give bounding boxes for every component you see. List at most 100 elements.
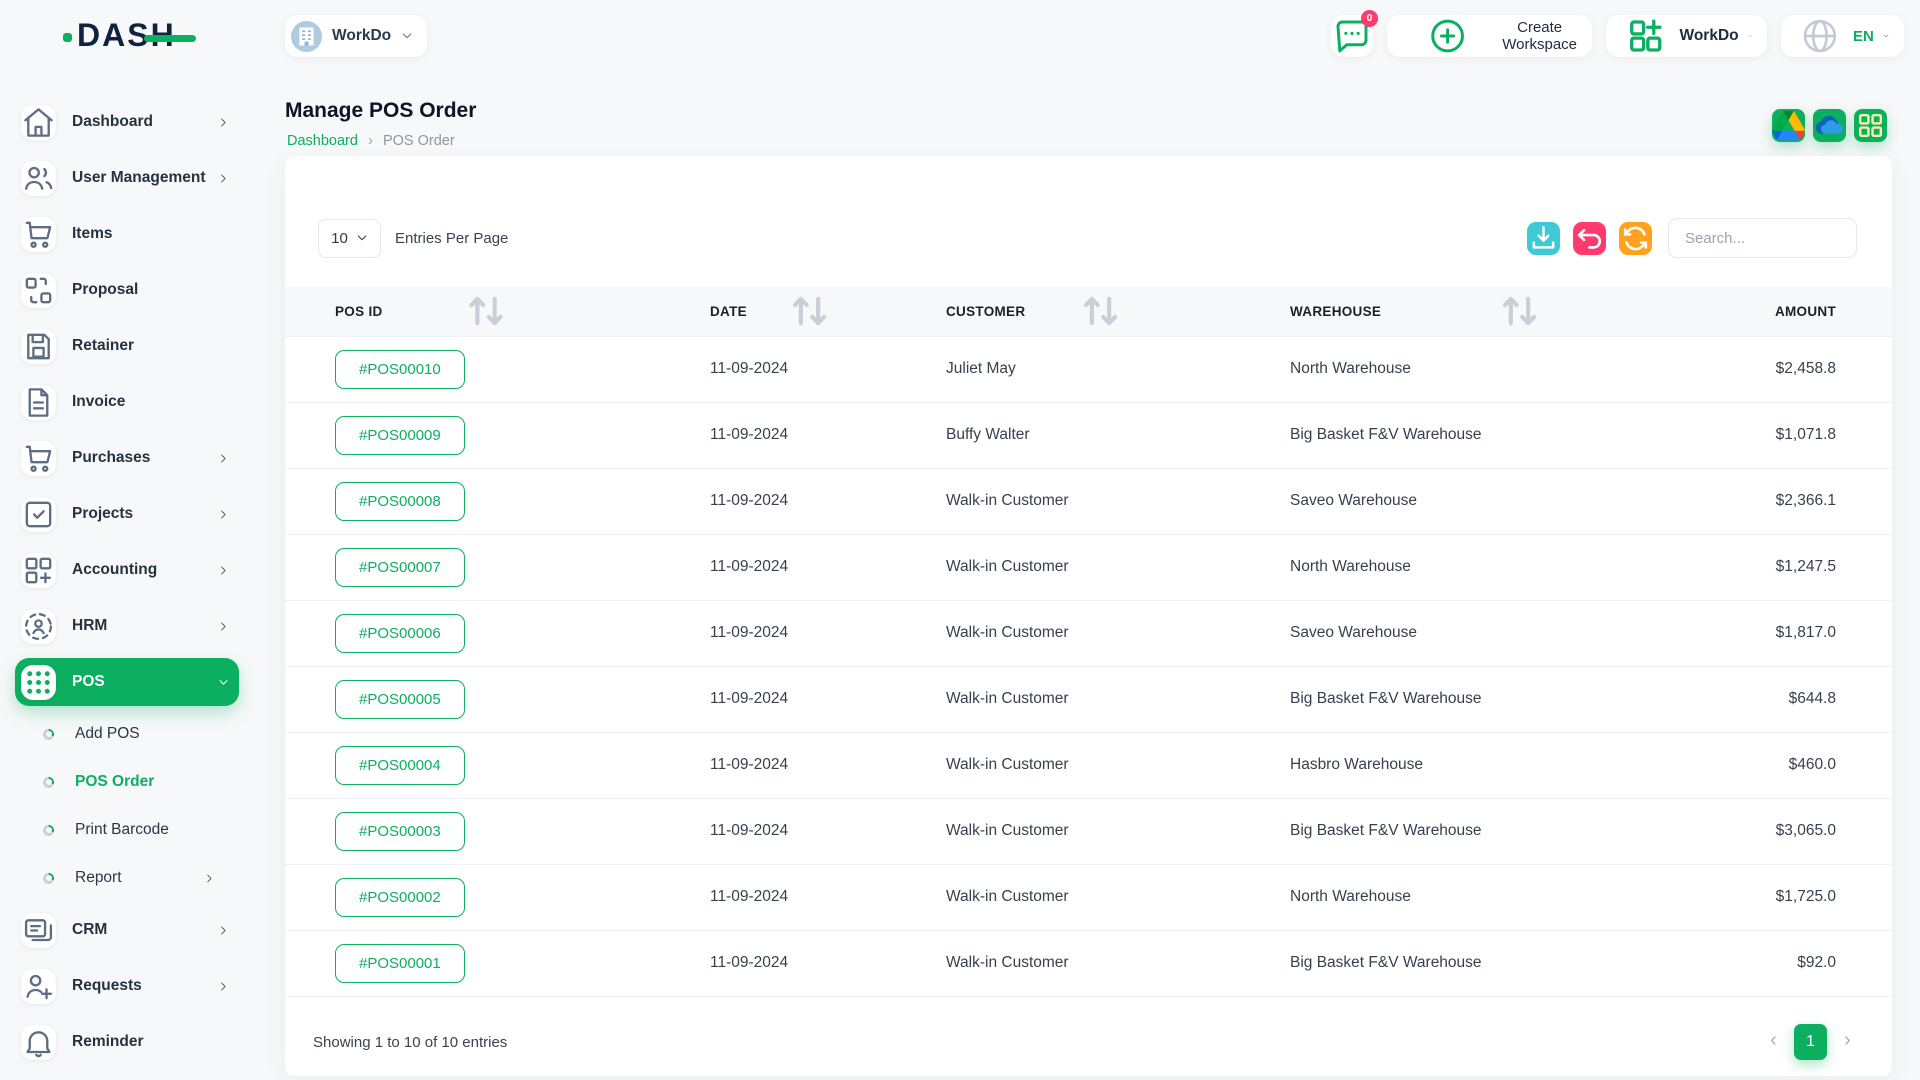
sidebar-item-retainer[interactable]: Retainer [15, 322, 239, 370]
onedrive-button[interactable] [1813, 109, 1846, 142]
sidebar-item-label: Invoice [72, 393, 125, 411]
customer-cell: Walk-in Customer [932, 600, 1277, 666]
search-input[interactable] [1668, 218, 1857, 258]
globe-icon [1796, 15, 1844, 57]
pos-id-link[interactable]: #POS00010 [335, 350, 465, 389]
sort-icon [1273, 287, 1766, 336]
chevron-down-icon [401, 30, 413, 42]
sidebar-item-label: Retainer [72, 337, 134, 355]
pos-id-link[interactable]: #POS00003 [335, 812, 465, 851]
users-icon [21, 161, 56, 196]
google-drive-button[interactable] [1772, 109, 1805, 142]
sort-icon [281, 287, 691, 336]
sidebar-item-print-barcode[interactable]: Print Barcode [15, 810, 239, 850]
pos-id-link[interactable]: #POS00005 [335, 680, 465, 719]
amount-cell: $1,247.5 [1770, 534, 1892, 600]
check-square-icon [21, 497, 56, 532]
column-header-warehouse[interactable]: WAREHOUSE [1277, 287, 1770, 336]
sidebar-item-hrm[interactable]: HRM [15, 602, 239, 650]
chevron-right-icon [218, 565, 229, 576]
submenu-bullet-icon [43, 825, 54, 836]
column-header-customer[interactable]: CUSTOMER [932, 287, 1277, 336]
amount-cell: $1,071.8 [1770, 402, 1892, 468]
warehouse-cell: Saveo Warehouse [1277, 468, 1770, 534]
create-workspace-button[interactable]: Create Workspace [1387, 15, 1592, 57]
chevron-down-icon [218, 677, 229, 688]
topbar-actions: 0 Create Workspace WorkDo EN [1331, 15, 1904, 57]
date-cell: 11-09-2024 [695, 666, 932, 732]
sidebar-item-crm[interactable]: CRM [15, 906, 239, 954]
pagination-prev-button[interactable]: ‹ [1757, 1024, 1790, 1060]
pagination-next-button[interactable]: › [1831, 1024, 1864, 1060]
undo-icon [1573, 222, 1606, 255]
pos-id-link[interactable]: #POS00002 [335, 878, 465, 917]
sidebar-item-invoice[interactable]: Invoice [15, 378, 239, 426]
hrm-icon [21, 609, 56, 644]
sidebar-item-pos[interactable]: POS [15, 658, 239, 706]
onedrive-icon [1813, 109, 1846, 142]
language-dropdown[interactable]: EN [1781, 15, 1904, 57]
warehouse-cell: Big Basket F&V Warehouse [1277, 666, 1770, 732]
chevron-down-icon [356, 232, 368, 244]
sidebar-item-purchases[interactable]: Purchases [15, 434, 239, 482]
topbar: DASH WorkDo 0 Create Workspace WorkDo [0, 0, 1920, 71]
table-controls: 10 Entries Per Page [318, 218, 1857, 258]
sidebar-item-add-pos[interactable]: Add POS [15, 714, 239, 754]
refresh-button[interactable] [1619, 222, 1652, 255]
chevron-down-icon [1883, 30, 1889, 42]
chevron-right-icon [218, 117, 229, 128]
workspace-switcher[interactable]: WorkDo [285, 15, 427, 57]
amount-cell: $3,065.0 [1770, 798, 1892, 864]
sidebar-item-label: User Management [72, 169, 206, 187]
chevron-right-icon [218, 621, 229, 632]
messages-badge: 0 [1361, 10, 1378, 27]
pos-id-link[interactable]: #POS00008 [335, 482, 465, 521]
column-header-amount[interactable]: AMOUNT [1770, 287, 1892, 336]
pos-id-link[interactable]: #POS00009 [335, 416, 465, 455]
sidebar-item-projects[interactable]: Projects [15, 490, 239, 538]
sidebar-item-requests[interactable]: Requests [15, 962, 239, 1010]
amount-cell: $644.8 [1770, 666, 1892, 732]
google-drive-icon [1772, 109, 1805, 142]
brand-logo[interactable]: DASH [62, 17, 212, 55]
table-row: #POS0000111-09-2024Walk-in CustomerBig B… [285, 930, 1892, 996]
sidebar-item-label: Purchases [72, 449, 150, 467]
breadcrumb-dashboard-link[interactable]: Dashboard [287, 133, 358, 149]
sidebar-item-dashboard[interactable]: Dashboard [15, 98, 239, 146]
messages-button[interactable]: 0 [1331, 15, 1373, 57]
customer-cell: Walk-in Customer [932, 864, 1277, 930]
table-row: #POS0000411-09-2024Walk-in CustomerHasbr… [285, 732, 1892, 798]
pos-id-link[interactable]: #POS00001 [335, 944, 465, 983]
table-row: #POS0000311-09-2024Walk-in CustomerBig B… [285, 798, 1892, 864]
sidebar-item-reminder[interactable]: Reminder [15, 1018, 239, 1066]
sidebar-item-user-management[interactable]: User Management [15, 154, 239, 202]
amount-cell: $1,817.0 [1770, 600, 1892, 666]
amount-cell: $1,725.0 [1770, 864, 1892, 930]
date-cell: 11-09-2024 [695, 336, 932, 402]
customer-cell: Buffy Walter [932, 402, 1277, 468]
sidebar-item-items[interactable]: Items [15, 210, 239, 258]
pos-id-cell: #POS00001 [285, 930, 695, 996]
sidebar-item-report[interactable]: Report [15, 858, 239, 898]
pagination-page-1-button[interactable]: 1 [1794, 1024, 1827, 1060]
pos-id-link[interactable]: #POS00007 [335, 548, 465, 587]
sidebar-item-proposal[interactable]: Proposal [15, 266, 239, 314]
sidebar-subitem-label: Print Barcode [75, 821, 169, 839]
column-header-pos-id[interactable]: POS ID [285, 287, 695, 336]
warehouse-cell: North Warehouse [1277, 534, 1770, 600]
download-icon [1527, 222, 1560, 255]
dots-grid-icon [21, 665, 56, 700]
export-button[interactable] [1527, 222, 1560, 255]
page-title: Manage POS Order [285, 99, 476, 123]
undo-button[interactable] [1573, 222, 1606, 255]
apps-grid-button[interactable] [1854, 109, 1887, 142]
date-cell: 11-09-2024 [695, 468, 932, 534]
workdo-apps-dropdown[interactable]: WorkDo [1606, 15, 1767, 57]
pos-id-link[interactable]: #POS00006 [335, 614, 465, 653]
pos-id-link[interactable]: #POS00004 [335, 746, 465, 785]
sidebar-item-accounting[interactable]: Accounting [15, 546, 239, 594]
entries-per-page-select[interactable]: 10 [318, 219, 381, 258]
column-header-date[interactable]: DATE [695, 287, 932, 336]
sidebar-item-pos-order[interactable]: POS Order [15, 762, 239, 802]
table-row: #POS0001011-09-2024Juliet MayNorth Wareh… [285, 336, 1892, 402]
